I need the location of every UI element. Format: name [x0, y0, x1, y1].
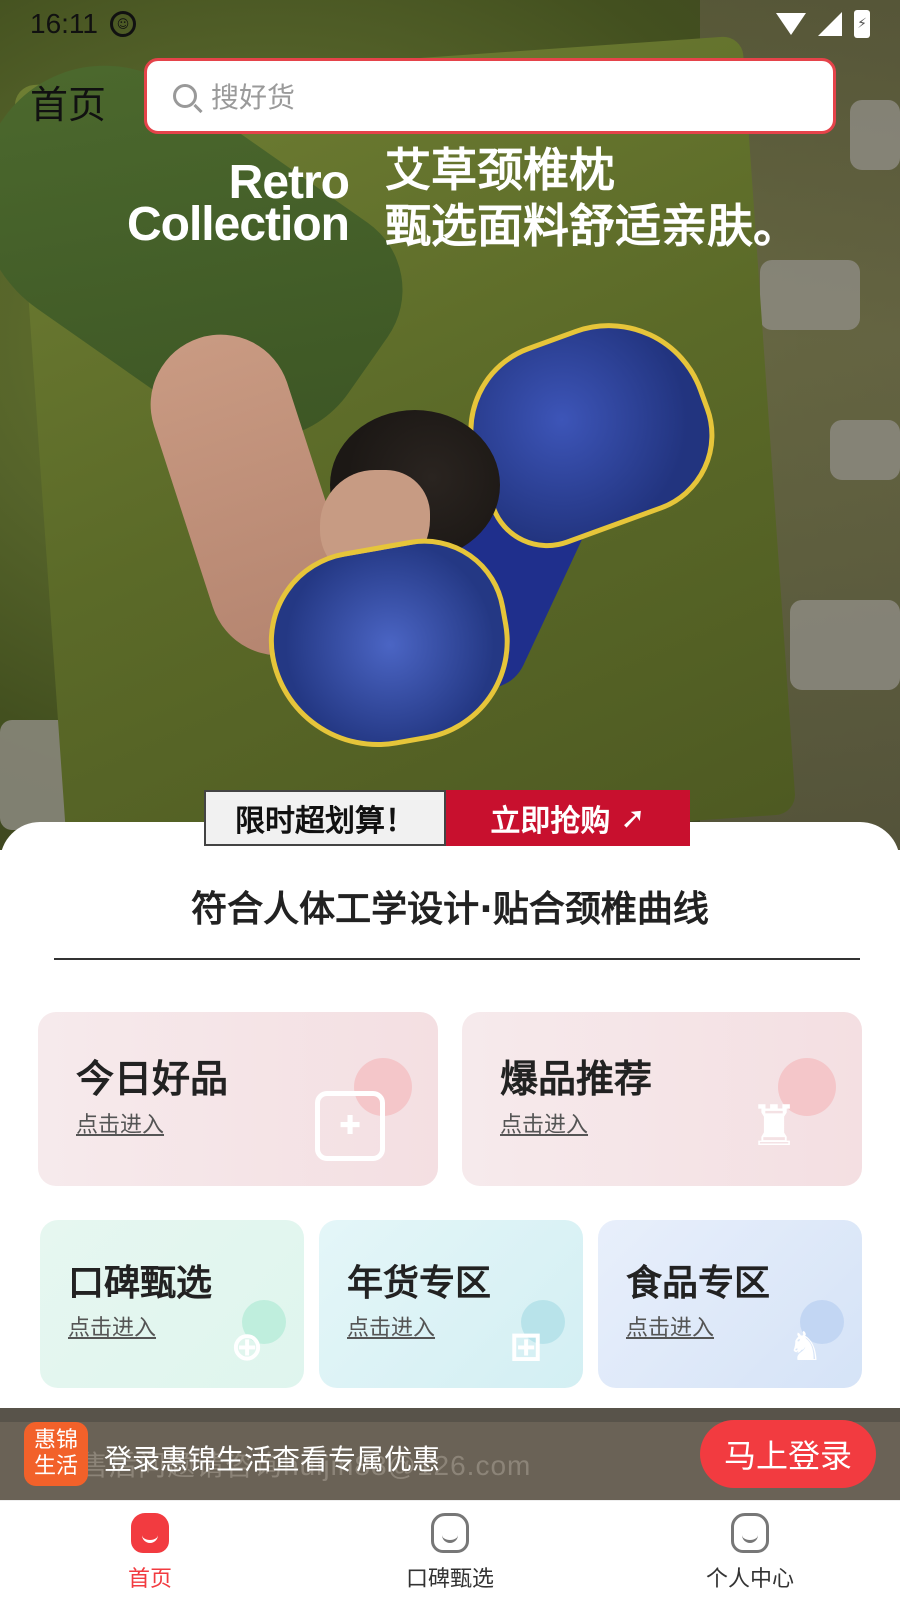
tile-hot-recommend[interactable]: 爆品推荐 点击进入 ♜ — [462, 1012, 862, 1186]
status-bar: 16:11 ☺ ⚡ — [0, 0, 900, 48]
stone-decoration — [790, 600, 900, 690]
retro-collection-title: Retro Collection — [64, 159, 350, 251]
tile-title: 口碑甄选 — [68, 1263, 213, 1304]
tile-today-goods[interactable]: 今日好品 点击进入 ✚ — [38, 1012, 438, 1186]
bottle-icon: ♜ — [748, 1093, 800, 1159]
ergonomic-text: 符合人体工学设计·贴合颈椎曲线 — [191, 889, 709, 930]
status-indicators: ⚡ — [776, 10, 870, 38]
bottom-nav: 首页 口碑甄选 个人中心 — [0, 1500, 900, 1600]
medical-kit-icon: ⊕ — [230, 1324, 264, 1370]
nav-label: 个人中心 — [705, 1567, 794, 1592]
nav-item-home[interactable]: 首页 — [0, 1501, 300, 1600]
tile-food-zone[interactable]: 食品专区 点击进入 ♞ — [598, 1220, 862, 1388]
nav-label: 首页 — [127, 1567, 172, 1592]
arrow-icon: ➚ — [620, 800, 646, 836]
app-notification-icon: ☺ — [110, 11, 136, 37]
collection-line: Collection — [126, 198, 350, 251]
wifi-icon — [776, 13, 806, 35]
buy-now-button[interactable]: 立即抢购 ➚ — [446, 790, 690, 846]
stone-decoration — [830, 420, 900, 480]
reputation-icon — [431, 1513, 469, 1553]
tile-title: 今日好品 — [76, 1057, 229, 1101]
login-prompt-text: 登录惠锦生活查看专属优惠 — [104, 1443, 441, 1476]
food-box-icon: ✚ — [310, 1086, 390, 1166]
promo-title: 艾草颈椎枕 甄选面料舒适亲肤。 — [385, 142, 799, 254]
stone-decoration — [760, 260, 860, 330]
search-icon — [173, 84, 197, 108]
brand-logo: 惠锦生活 — [24, 1422, 88, 1486]
tile-title: 食品专区 — [626, 1263, 771, 1304]
tile-enter-link[interactable]: 点击进入 — [347, 1310, 435, 1342]
home-icon — [131, 1513, 169, 1553]
nav-label: 口碑甄选 — [405, 1567, 494, 1592]
deal-bar[interactable]: 限时超划算！ 立即抢购 ➚ — [204, 790, 690, 846]
login-button[interactable]: 马上登录 — [700, 1420, 876, 1488]
search-placeholder: 搜好货 — [211, 81, 296, 114]
buy-now-label: 立即抢购 — [490, 804, 611, 839]
search-input[interactable]: 搜好货 — [144, 58, 836, 134]
promo-line-2: 甄选面料舒适亲肤。 — [385, 199, 799, 253]
signal-icon — [818, 12, 842, 36]
status-time: 16:11 — [30, 8, 98, 39]
stone-decoration — [850, 100, 900, 170]
deal-label: 限时超划算！ — [204, 790, 446, 846]
tile-enter-link[interactable]: 点击进入 — [68, 1310, 156, 1342]
page-title: 首页 — [30, 83, 107, 127]
battery-icon: ⚡ — [854, 10, 870, 38]
tile-title: 年货专区 — [347, 1263, 492, 1304]
profile-icon — [731, 1513, 769, 1553]
nav-item-profile[interactable]: 个人中心 — [600, 1501, 900, 1600]
tile-new-year-goods[interactable]: 年货专区 点击进入 ⊞ — [319, 1220, 583, 1388]
nav-item-reputation[interactable]: 口碑甄选 — [300, 1501, 600, 1600]
tile-enter-link[interactable]: 点击进入 — [76, 1107, 164, 1139]
tile-enter-link[interactable]: 点击进入 — [500, 1107, 588, 1139]
tile-title: 爆品推荐 — [500, 1057, 653, 1101]
tile-reputation-select[interactable]: 口碑甄选 点击进入 ⊕ — [40, 1220, 304, 1388]
promo-line-1: 艾草颈椎枕 — [385, 143, 615, 197]
tile-enter-link[interactable]: 点击进入 — [626, 1310, 714, 1342]
brush-icon: ⊞ — [509, 1324, 543, 1370]
divider — [54, 958, 860, 960]
dog-icon: ♞ — [787, 1324, 823, 1370]
